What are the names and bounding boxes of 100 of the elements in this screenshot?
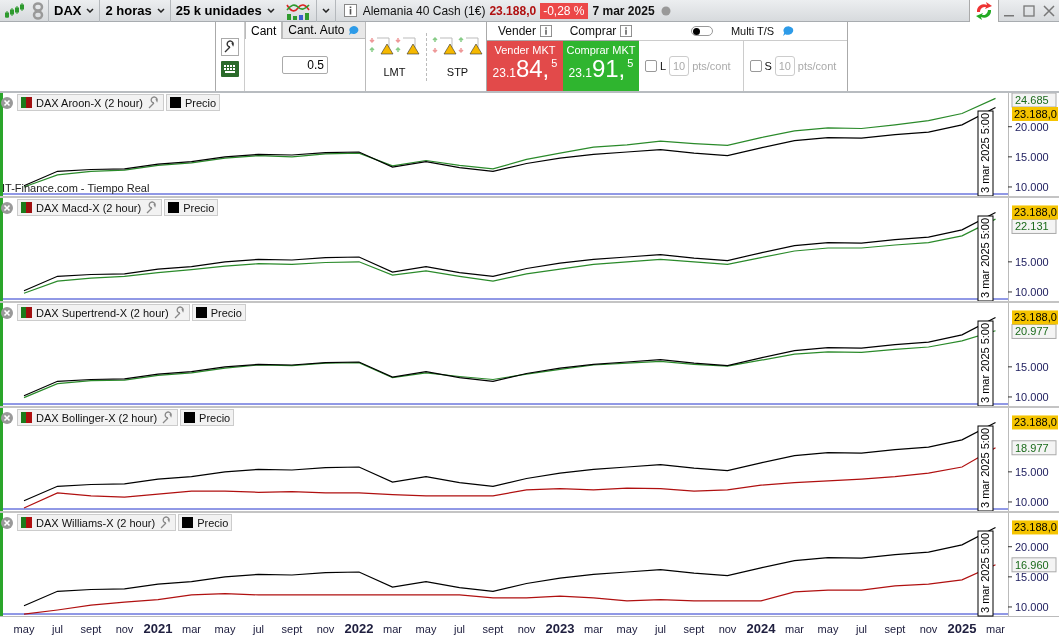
units-dropdown[interactable]: 25 k unidades	[169, 0, 280, 22]
price-legend[interactable]: Precio	[180, 409, 235, 426]
last-price: 23.188,0	[489, 3, 537, 18]
axis-tick-label: 15.000	[1007, 570, 1049, 583]
instrument-name: Alemania 40 Cash (1€)	[362, 3, 486, 18]
y-tick-label: 10.000	[1015, 285, 1049, 298]
checkbox-label: S	[764, 60, 772, 72]
strategy-legend[interactable]: DAX Macd-X (2 hour)	[17, 199, 163, 216]
axis-tick-label: 15.000	[1007, 255, 1049, 268]
remove-icon[interactable]	[1, 411, 13, 424]
info-icon[interactable]	[620, 25, 633, 37]
unit-label: pts/cont	[692, 60, 731, 72]
time-axis-label: 2021	[143, 621, 173, 636]
y-tick-label: 15.000	[1015, 255, 1049, 268]
y-tick-label: 10.000	[1015, 180, 1049, 193]
price-legend[interactable]: Precio	[178, 514, 233, 531]
time-axis-label: nov	[316, 623, 335, 635]
axis-tick-label: 15.000	[1007, 465, 1049, 478]
strategy-legend[interactable]: DAX Supertrend-X (2 hour)	[17, 304, 190, 321]
price-legend[interactable]: Precio	[191, 304, 246, 321]
caret-icon[interactable]	[315, 0, 336, 22]
axis-tick-label: 10.000	[1007, 495, 1049, 508]
stop-label: STP	[446, 65, 469, 78]
candlestick-icon[interactable]	[4, 2, 24, 19]
cursor-label: 3 mar 2025 5:00	[977, 530, 994, 617]
cursor-label: 3 mar 2025 5:00	[977, 425, 994, 511]
time-axis-label: mar	[584, 623, 603, 635]
price-tag: 23.188,0	[1012, 310, 1058, 325]
checkbox[interactable]	[749, 60, 762, 72]
time-axis-label: jul	[655, 623, 666, 635]
y-tick-label: 15.000	[1015, 465, 1049, 478]
info-icon[interactable]	[540, 25, 552, 37]
axis-tick-label: 10.000	[1007, 600, 1049, 613]
timeframe-dropdown[interactable]: 2 horas	[99, 0, 170, 22]
price-legend[interactable]: Precio	[164, 199, 219, 216]
price-tag: 23.188,0	[1012, 415, 1058, 430]
time-axis-label: 2024	[746, 621, 776, 636]
keyboard-icon[interactable]	[221, 61, 239, 77]
time-axis-label: jul	[454, 623, 465, 635]
strategy-legend[interactable]: DAX Aroon-X (2 hour)	[17, 94, 164, 111]
strategy-legend[interactable]: DAX Bollinger-X (2 hour)	[17, 409, 179, 426]
axis-tick-label: 15.000	[1007, 150, 1049, 163]
time-axis-label: jul	[856, 623, 867, 635]
quantity-field[interactable]: 0.5	[282, 56, 328, 74]
wrench-icon[interactable]	[221, 38, 239, 56]
strategy-legend[interactable]: DAX Williams-X (2 hour)	[17, 514, 177, 531]
info-icon[interactable]	[343, 4, 357, 17]
quantity-tab[interactable]: Cant. Auto	[282, 22, 367, 39]
symbol-dropdown[interactable]: DAX	[48, 0, 100, 22]
remove-icon[interactable]	[1, 201, 13, 214]
y-tick-label: 20.000	[1015, 120, 1049, 133]
time-axis-label: 2023	[545, 621, 575, 636]
buy-header: Comprar	[569, 24, 617, 38]
time-axis-label: sept	[281, 623, 303, 635]
caret-icon	[266, 8, 275, 13]
time-axis-label: nov	[115, 623, 134, 635]
strategy-value-tag: 24.685	[1011, 93, 1057, 108]
unit-label: pts/cont	[797, 60, 837, 72]
axis-tick-label: 15.000	[1007, 360, 1049, 373]
time-axis-label: mar	[785, 623, 804, 635]
checkbox[interactable]	[645, 60, 657, 72]
sell-header: Vender	[497, 24, 536, 38]
y-tick-label: 20.000	[1015, 540, 1049, 553]
time-axis-label: mar	[383, 623, 402, 635]
close-icon[interactable]	[1043, 4, 1055, 17]
remove-icon[interactable]	[1, 306, 13, 319]
y-tick-label: 15.000	[1015, 570, 1049, 583]
remove-icon[interactable]	[1, 96, 13, 109]
y-tick-label: 10.000	[1015, 495, 1049, 508]
time-axis-label: 2022	[344, 621, 374, 636]
remove-icon[interactable]	[1, 516, 13, 529]
price-tag: 23.188,0	[1012, 107, 1058, 121]
help-bubble-icon[interactable]	[782, 25, 796, 37]
change-badge: -0,28 %	[540, 2, 588, 19]
time-axis-label: may	[214, 623, 236, 635]
link-icon[interactable]	[32, 1, 44, 20]
refresh-icon[interactable]	[969, 0, 999, 22]
time-axis-label: 2025	[947, 621, 977, 636]
time-axis-label: sept	[80, 623, 102, 635]
caret-icon	[86, 8, 95, 13]
time-axis-label: may	[616, 623, 638, 635]
time-axis-label: jul	[253, 623, 264, 635]
time-axis-label: nov	[919, 623, 938, 635]
limit-label: LMT	[383, 65, 406, 78]
status-dot-icon	[660, 5, 671, 16]
time-axis-label: nov	[718, 623, 737, 635]
y-tick-label: 10.000	[1015, 600, 1049, 613]
time-axis-label: sept	[482, 623, 504, 635]
time-axis-label: may	[817, 623, 839, 635]
time-axis-label: nov	[517, 623, 536, 635]
price-legend[interactable]: Precio	[166, 94, 221, 111]
date-label: 7 mar 2025	[592, 3, 655, 18]
maximize-icon[interactable]	[1023, 4, 1035, 17]
multi-label: Multi T/S	[730, 25, 775, 37]
y-tick-label: 15.000	[1015, 360, 1049, 373]
time-axis-label: jul	[52, 623, 63, 635]
quantity-tab[interactable]: Cant	[245, 22, 283, 39]
time-axis-label: may	[415, 623, 437, 635]
price-tag: 23.188,0	[1012, 520, 1058, 535]
cursor-label: 3 mar 2025 5:00	[977, 215, 994, 301]
